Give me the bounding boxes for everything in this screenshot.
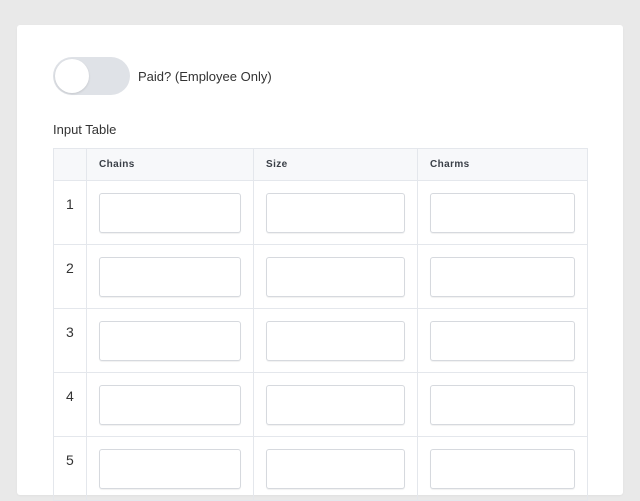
chains-cell [86,372,254,437]
chains-input[interactable] [99,193,241,233]
row-number: 4 [53,372,87,437]
charms-input[interactable] [430,385,575,425]
chains-input[interactable] [99,385,241,425]
size-input[interactable] [266,449,405,489]
paid-toggle-switch[interactable] [53,57,130,95]
size-input[interactable] [266,193,405,233]
paid-toggle-row: Paid? (Employee Only) [53,57,272,95]
charms-cell [417,436,588,501]
table-row: 2 [53,244,588,309]
row-number: 5 [53,436,87,501]
column-header-chains: Chains [86,148,254,181]
charms-cell [417,180,588,245]
charms-input[interactable] [430,257,575,297]
chains-input[interactable] [99,321,241,361]
table-row: 1 [53,180,588,245]
column-header-size: Size [253,148,418,181]
charms-cell [417,308,588,373]
size-cell [253,372,418,437]
table-title: Input Table [53,122,117,137]
paid-toggle-label: Paid? (Employee Only) [138,68,272,84]
table-header-row: Chains Size Charms [53,148,588,181]
charms-cell [417,244,588,309]
row-number: 3 [53,308,87,373]
charms-input[interactable] [430,321,575,361]
charms-cell [417,372,588,437]
chains-cell [86,244,254,309]
table-row: 5 [53,436,588,501]
chains-input[interactable] [99,257,241,297]
charms-input[interactable] [430,193,575,233]
column-header-charms: Charms [417,148,588,181]
size-input[interactable] [266,385,405,425]
chains-input[interactable] [99,449,241,489]
row-number: 2 [53,244,87,309]
input-table: Chains Size Charms 1 2 3 4 5 [53,148,588,501]
toggle-knob [55,59,89,93]
column-header-row-number [53,148,87,181]
size-cell [253,436,418,501]
size-cell [253,308,418,373]
form-card: Paid? (Employee Only) Input Table Chains… [17,25,623,501]
size-input[interactable] [266,321,405,361]
table-row: 3 [53,308,588,373]
size-cell [253,180,418,245]
size-input[interactable] [266,257,405,297]
charms-input[interactable] [430,449,575,489]
chains-cell [86,436,254,501]
chains-cell [86,180,254,245]
chains-cell [86,308,254,373]
row-number: 1 [53,180,87,245]
table-row: 4 [53,372,588,437]
size-cell [253,244,418,309]
